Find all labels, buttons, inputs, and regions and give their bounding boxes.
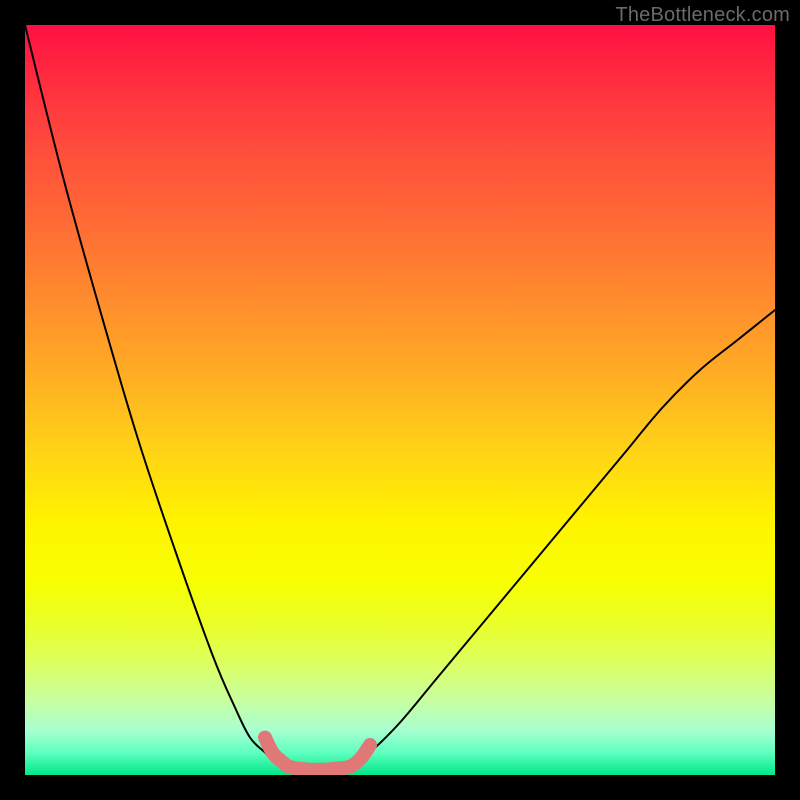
series-endpoint — [258, 731, 271, 744]
watermark-text: TheBottleneck.com — [615, 4, 790, 27]
series-valley-floor — [265, 738, 370, 770]
chart-plot-area — [25, 25, 775, 775]
series-endpoint — [363, 738, 376, 751]
chart-frame: TheBottleneck.com — [0, 0, 800, 800]
chart-svg — [25, 25, 775, 775]
series-right-curve — [355, 310, 775, 764]
series-left-curve — [25, 25, 280, 764]
